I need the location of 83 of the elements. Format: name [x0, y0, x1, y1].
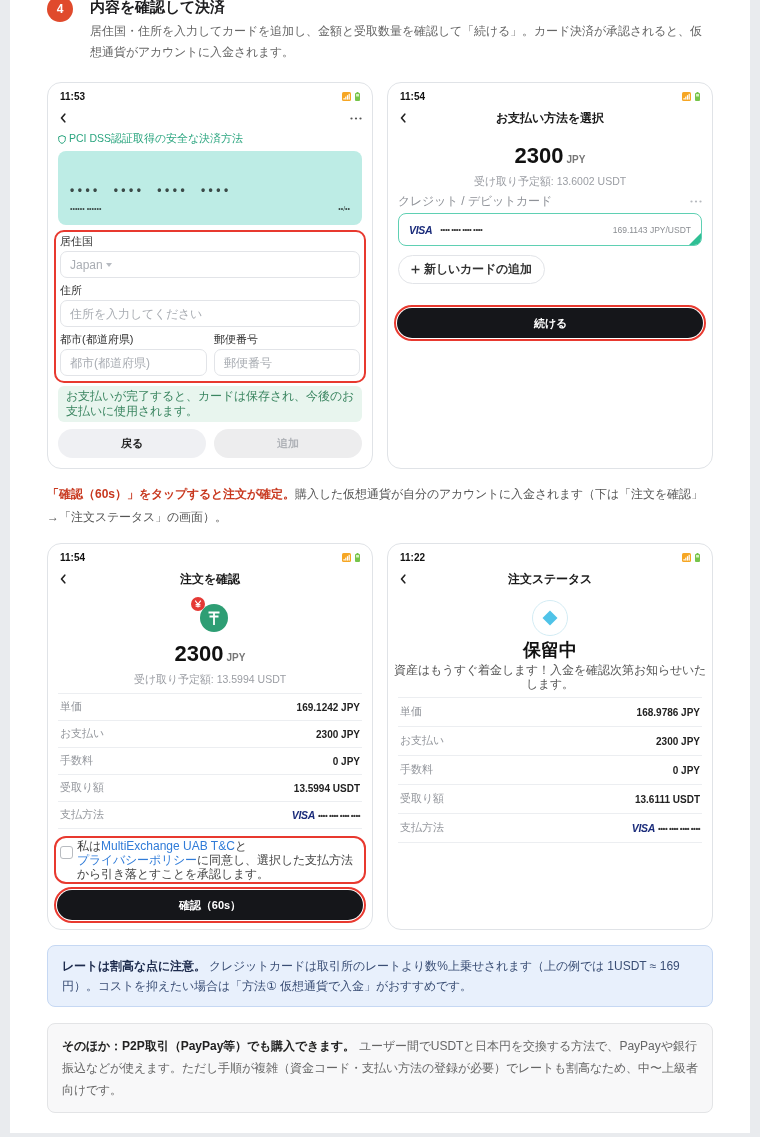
note-callout: そのほか：P2P取引（PayPay等）でも購入できます。 ユーザー間でUSDTと日本円を交換する方法で、PayPayや銀行振込などが使えます。ただし手順が複雑（資金コード・支払い方法の登録が必要）でレートも割高なため、中〜上級者向けです。 — [47, 1023, 713, 1113]
section-label: クレジット / デビットカード — [398, 193, 552, 210]
detail-value: 0 JPY — [672, 764, 700, 776]
receive-estimate: 受け取り予定額: 13.6002 USDT — [472, 175, 628, 187]
detail-label: お支払い — [60, 727, 104, 741]
currency-code: JPY — [566, 154, 586, 165]
text-field[interactable]: 郵便番号 — [213, 349, 360, 376]
corner-triangle-icon — [689, 233, 701, 245]
text-field[interactable]: 都市(都道府県) — [60, 349, 207, 376]
more-icon[interactable] — [350, 116, 362, 120]
text-field[interactable]: 住所を入力してください — [60, 300, 360, 327]
status-message: 資産はもうすぐ着金します！入金を確認次第お知らせいたします。 — [394, 663, 706, 691]
field-label: 都市(都道府県) — [60, 332, 135, 346]
info-notice: お支払いが完了すると、カードは保存され、今後のお支払いに使用されます。 — [58, 386, 362, 422]
detail-value: 0 JPY — [332, 755, 360, 767]
info-callout: レートは割高な点に注意。 クレジットカードは取引所のレートより数%上乗せされます（上の例では 1USDT ≈ 169円）。コストを抑えたい場合は「方法① 仮想通貨で入金」がおすすめです。 — [47, 945, 713, 1007]
plus-icon — [411, 265, 420, 274]
text-link[interactable]: プライバシーポリシー — [77, 853, 197, 867]
screen-title: 注文を確認 — [179, 570, 241, 588]
detail-label: 単価 — [60, 700, 82, 714]
continue-button[interactable]: 続ける — [397, 308, 703, 338]
back-icon[interactable] — [400, 113, 406, 123]
battery-icon — [355, 552, 360, 562]
screen-title: 注文ステータス — [507, 570, 593, 588]
card-brand: VISA — [409, 223, 433, 236]
detail-label: 支払方法 — [60, 808, 104, 822]
detail-label: 単価 — [400, 705, 422, 719]
caret-icon — [105, 262, 112, 267]
field-label: 居住国 — [60, 234, 94, 248]
back-icon[interactable] — [400, 574, 406, 584]
screen-title: お支払い方法を選択 — [495, 109, 605, 127]
battery-icon — [695, 552, 700, 562]
text-link[interactable]: MultiExchange UAB T&C — [101, 839, 235, 853]
exchange-rate: 169.1143 JPY/USDT — [612, 224, 691, 235]
card-number: •••• •••• •••• •••• — [658, 823, 700, 833]
detail-label: 手数料 — [60, 754, 93, 768]
signal-icon — [682, 91, 691, 101]
step-number: 4 — [47, 0, 73, 22]
signal-icon — [342, 91, 351, 101]
card-brand: VISA — [631, 822, 655, 834]
detail-label: 受取り額 — [60, 781, 104, 795]
add-card-button[interactable]: 新しいカードの追加 — [398, 255, 545, 284]
detail-label: 受取り額 — [400, 792, 444, 806]
step-description: 居住国・住所を入力してカードを追加し、金額と受取数量を確認して「続ける」。カード決済が承認されると、仮想通貨がアカウントに入金されます。 — [90, 23, 703, 61]
back-icon[interactable] — [60, 113, 66, 123]
battery-icon — [355, 91, 360, 101]
caption-text: 「確認（60s）」をタップすると注文が確定。購入した仮想通貨が自分のアカウントに入金されます（下は「注文を確認」→「注文ステータス」の画面）。 — [47, 486, 705, 526]
detail-value: 2300 JPY — [316, 728, 360, 740]
card-number: •••• •••• •••• •••• — [70, 182, 232, 198]
currency-code: JPY — [226, 652, 246, 663]
battery-icon — [695, 91, 700, 101]
amount-value: 2300 — [174, 641, 224, 666]
amount-value: 2300 — [514, 143, 564, 168]
status-label: 保留中 — [521, 639, 578, 661]
confirm-button[interactable]: 確認（60s） — [57, 890, 363, 920]
card-number: •••• •••• •••• •••• — [440, 225, 483, 234]
detail-value: 2300 JPY — [656, 735, 700, 747]
detail-value: 13.6111 USDT — [634, 793, 700, 805]
card-option[interactable]: VISA •••• •••• •••• •••• 169.1143 JPY/USDT — [398, 213, 702, 246]
detail-value: 169.1242 JPY — [296, 701, 360, 713]
detail-label: お支払い — [400, 734, 444, 748]
back-icon[interactable] — [60, 574, 66, 584]
status-time: 11:54 — [400, 90, 426, 102]
shield-icon — [58, 134, 66, 144]
status-time: 11:22 — [400, 551, 426, 563]
agreement-text: 私はMultiExchange UAB T&C と プライバシーポリシーに同意し、選択した支払方法から引き落とすことを承認します。 — [77, 839, 354, 881]
status-time: 11:54 — [60, 551, 86, 563]
status-time: 11:53 — [60, 90, 86, 102]
coin-icon — [190, 596, 230, 632]
field-label: 住所 — [60, 283, 83, 297]
detail-label: 手数料 — [400, 763, 433, 777]
back-button[interactable]: 戻る — [58, 429, 206, 458]
security-note: PCI DSS認証取得の安全な決済方法 — [69, 132, 243, 146]
card-number: •••• •••• •••• •••• — [318, 810, 360, 820]
receive-estimate: 受け取り予定額: 13.5994 USDT — [132, 673, 288, 685]
detail-label: 支払方法 — [400, 821, 444, 835]
checkbox[interactable] — [60, 846, 73, 859]
signal-icon — [342, 552, 351, 562]
detail-value: 13.5994 USDT — [293, 782, 360, 794]
card-brand: VISA — [291, 809, 315, 821]
signal-icon — [682, 552, 691, 562]
detail-value: 168.9786 JPY — [636, 706, 700, 718]
field-label: 郵便番号 — [213, 332, 259, 346]
